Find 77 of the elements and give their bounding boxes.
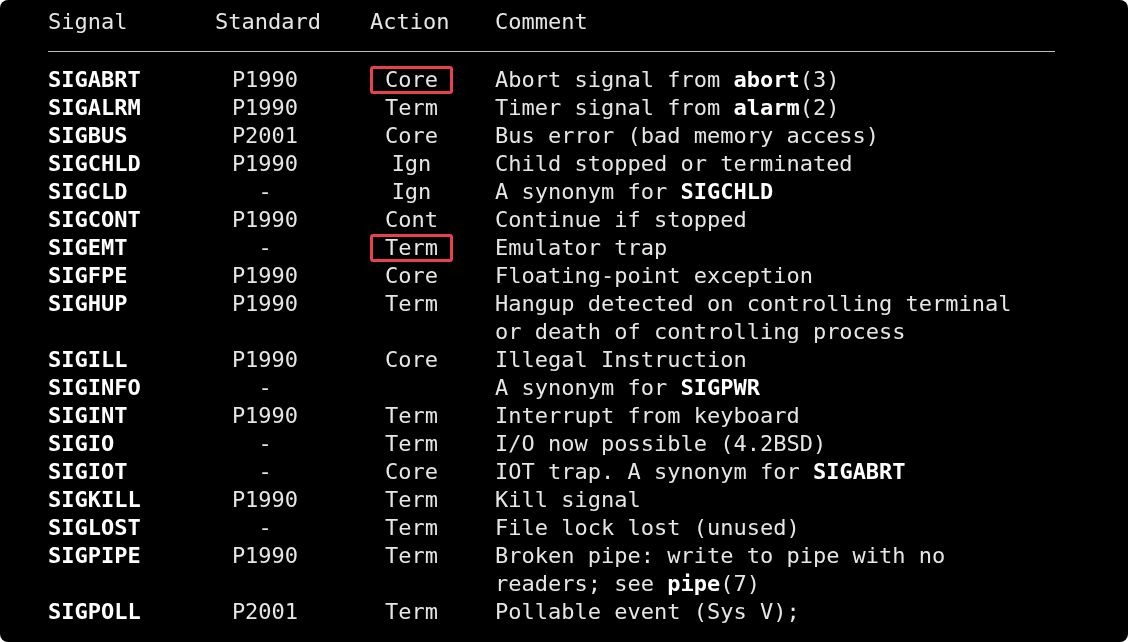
comment-text: IOT trap. A synonym for SIGABRT	[495, 459, 906, 484]
signal-name: SIGBUS	[48, 123, 128, 148]
signal-name: SIGFPE	[48, 263, 128, 288]
comment-text: A synonym for SIGPWR	[495, 375, 760, 400]
comment-text: Child stopped or terminated	[495, 151, 853, 176]
signal-name: SIGEMT	[48, 235, 128, 260]
action-value: Term	[384, 542, 439, 570]
comment-text: Emulator trap	[495, 235, 668, 260]
comment-text: Interrupt from keyboard	[495, 403, 800, 428]
action-value: Term	[384, 514, 439, 542]
comment-text: A synonym for SIGCHLD	[495, 179, 774, 204]
standard-value: P1990	[231, 403, 299, 428]
action-value: Term	[384, 598, 439, 626]
signal-name: SIGPOLL	[48, 599, 141, 624]
standard-value: P1990	[231, 151, 299, 176]
signal-name: SIGABRT	[48, 67, 141, 92]
comment-text: Abort signal from abort(3)	[495, 67, 840, 92]
standard-value: P1990	[231, 67, 299, 92]
standard-value: -	[258, 375, 272, 400]
signal-name: SIGPIPE	[48, 543, 141, 568]
comment-text: I/O now possible (4.2BSD)	[495, 431, 827, 456]
standard-value: -	[258, 179, 272, 204]
standard-value: P1990	[231, 487, 299, 512]
column-header: Standard	[215, 8, 322, 36]
signal-name: SIGINFO	[48, 375, 141, 400]
signal-name: SIGCLD	[48, 179, 128, 204]
signal-name: SIGHUP	[48, 291, 128, 316]
comment-text: Illegal Instruction	[495, 347, 747, 372]
action-value: Core	[384, 346, 439, 374]
signal-name: SIGIOT	[48, 459, 128, 484]
signal-name: SIGILL	[48, 347, 128, 372]
signal-name: SIGLOST	[48, 515, 141, 540]
signal-name: SIGCONT	[48, 207, 141, 232]
standard-value: P1990	[231, 95, 299, 120]
comment-text: Continue if stopped	[495, 207, 747, 232]
action-value: Core	[384, 458, 439, 486]
action-value: Term	[384, 430, 439, 458]
action-value: Term	[384, 94, 439, 122]
action-value: Term	[384, 402, 439, 430]
comment-text: or death of controlling process	[495, 319, 906, 344]
standard-value: P1990	[231, 207, 299, 232]
comment-text: Kill signal	[495, 487, 641, 512]
column-header: Signal	[48, 8, 129, 36]
standard-value: P1990	[231, 347, 299, 372]
signal-name: SIGKILL	[48, 487, 141, 512]
action-value: Core	[384, 262, 439, 290]
comment-text: Broken pipe: write to pipe with no	[495, 543, 946, 568]
action-value: Core	[384, 122, 439, 150]
action-value: Ign	[390, 150, 433, 178]
signal-name: SIGIO	[48, 431, 115, 456]
standard-value: -	[258, 235, 272, 260]
comment-text: Floating-point exception	[495, 263, 813, 288]
action-value: Cont	[384, 206, 439, 234]
comment-text: Hangup detected on controlling terminal	[495, 291, 1012, 316]
signal-name: SIGALRM	[48, 95, 141, 120]
action-value: Term	[384, 486, 439, 514]
comment-text: File lock lost (unused)	[495, 515, 800, 540]
standard-value: -	[258, 515, 272, 540]
standard-value: -	[258, 459, 272, 484]
action-value: Term	[370, 234, 453, 262]
signal-name: SIGINT	[48, 403, 128, 428]
comment-text: readers; see pipe(7)	[495, 571, 760, 596]
column-header: Action	[370, 8, 451, 36]
action-value: Core	[370, 66, 453, 94]
standard-value: P1990	[231, 263, 299, 288]
signal-name: SIGCHLD	[48, 151, 141, 176]
standard-value: P2001	[231, 123, 299, 148]
comment-text: Pollable event (Sys V);	[495, 599, 800, 624]
action-value: Term	[384, 290, 439, 318]
standard-value: P1990	[231, 291, 299, 316]
standard-value: P2001	[231, 599, 299, 624]
comment-text: Timer signal from alarm(2)	[495, 95, 840, 120]
action-value: Ign	[390, 178, 433, 206]
standard-value: -	[258, 431, 272, 456]
comment-text: Bus error (bad memory access)	[495, 123, 880, 148]
column-header: Comment	[495, 8, 588, 36]
standard-value: P1990	[231, 543, 299, 568]
